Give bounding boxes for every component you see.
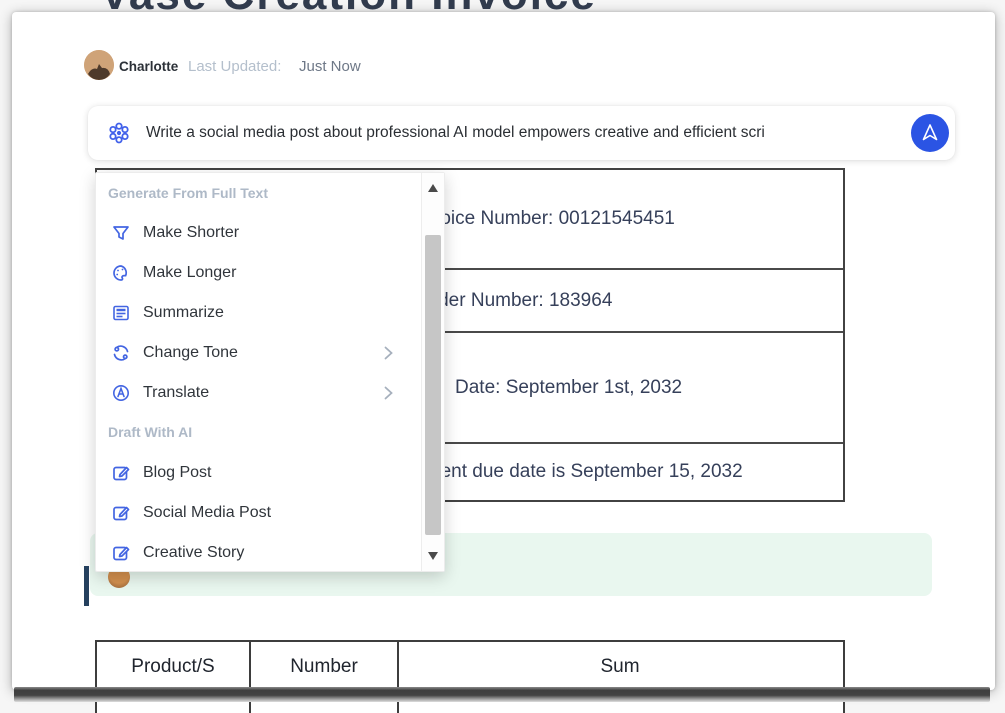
- summarize-icon: [111, 303, 131, 323]
- menu-item-label: Make Longer: [143, 264, 236, 282]
- send-button[interactable]: [911, 114, 949, 152]
- menu-item-label: Summarize: [143, 304, 224, 322]
- menu-item-make-longer[interactable]: Make Longer: [99, 253, 421, 293]
- avatar-image: [84, 50, 114, 80]
- author-name: Charlotte: [119, 59, 178, 74]
- menu-item-blog-post[interactable]: Blog Post: [99, 453, 421, 493]
- app-window: Vase Creation Invoice Charlotte Last Upd…: [0, 0, 1005, 713]
- scrollbar-thumb[interactable]: [425, 235, 441, 535]
- scroll-up-icon[interactable]: [428, 184, 438, 192]
- menu-item-summarize[interactable]: Summarize: [99, 293, 421, 333]
- menu-item-label: Social Media Post: [143, 504, 271, 522]
- change-tone-icon: [111, 343, 131, 363]
- chevron-right-icon: [384, 386, 393, 405]
- table-header-cell: Sum: [399, 642, 841, 713]
- avatar: [84, 50, 114, 80]
- window-bottom-edge: [14, 687, 990, 702]
- menu-item-label: Blog Post: [143, 464, 211, 482]
- menu-item-translate[interactable]: Translate: [99, 373, 421, 413]
- ai-atom-icon: [108, 122, 130, 144]
- last-updated-label: Last Updated:: [188, 58, 281, 75]
- menu-item-creative-story[interactable]: Creative Story: [99, 533, 421, 573]
- prompt-input[interactable]: Write a social media post about professi…: [146, 106, 956, 160]
- draft-icon: [111, 503, 131, 523]
- menu-item-social-media-post[interactable]: Social Media Post: [99, 493, 421, 533]
- menu-item-label: Change Tone: [143, 344, 238, 362]
- column-header-sum: Sum: [399, 656, 841, 678]
- menu-scrollbar[interactable]: [421, 173, 444, 571]
- palette-icon: [111, 263, 131, 283]
- menu-item-label: Creative Story: [143, 544, 244, 562]
- menu-section-draft: Draft With AI: [108, 424, 408, 440]
- column-header-product: Product/S: [97, 656, 249, 678]
- ai-prompt-bar[interactable]: Write a social media post about professi…: [88, 106, 955, 160]
- document-title: Vase Creation Invoice: [100, 0, 597, 20]
- filter-icon: [111, 223, 131, 243]
- menu-item-make-shorter[interactable]: Make Shorter: [99, 213, 421, 253]
- text-cursor: [84, 566, 89, 606]
- send-arrow-icon: [919, 122, 941, 144]
- last-updated-value: Just Now: [299, 58, 361, 75]
- table-header-cell: Product/S: [97, 642, 251, 713]
- chevron-right-icon: [384, 346, 393, 365]
- translate-icon: [111, 383, 131, 403]
- draft-icon: [111, 463, 131, 483]
- order-number-text: Order Number: 183964: [417, 290, 612, 312]
- menu-item-label: Translate: [143, 384, 209, 402]
- column-header-number: Number: [251, 656, 397, 678]
- products-table: Product/S Number Sum: [95, 640, 845, 713]
- invoice-number-text: Invoice Number: 00121545451: [415, 208, 675, 230]
- menu-item-label: Make Shorter: [143, 224, 239, 242]
- scroll-down-icon[interactable]: [428, 552, 438, 560]
- draft-icon: [111, 543, 131, 563]
- invoice-date-text: Date: September 1st, 2032: [455, 377, 682, 399]
- table-header-cell: Number: [251, 642, 399, 713]
- ai-dropdown-menu: Generate From Full Text Make Shorter Mak…: [95, 172, 445, 572]
- menu-item-change-tone[interactable]: Change Tone: [99, 333, 421, 373]
- menu-section-generate: Generate From Full Text: [108, 185, 408, 201]
